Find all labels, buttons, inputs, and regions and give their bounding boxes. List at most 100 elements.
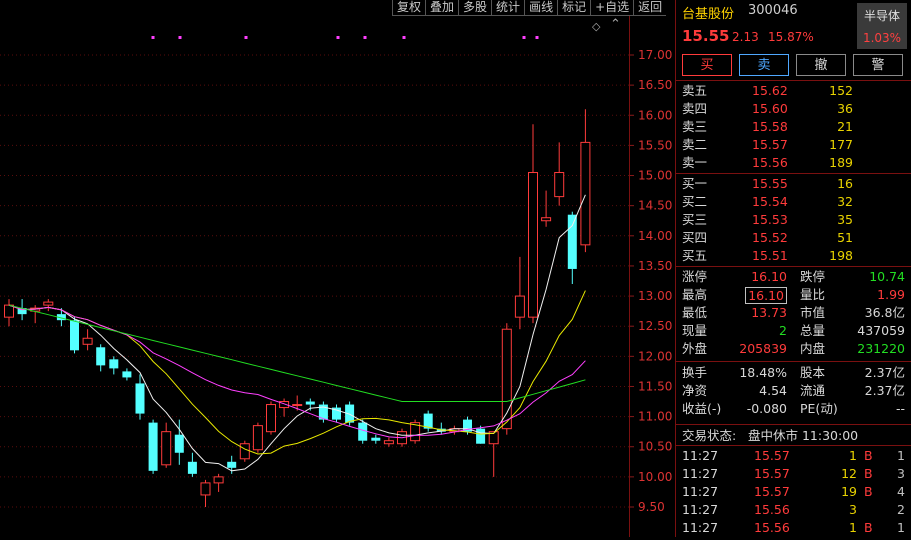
- tick-row[interactable]: 11:27 15.57 19 B 4: [676, 483, 911, 501]
- diamond-icon[interactable]: ◇: [592, 20, 600, 33]
- candle-body: [70, 320, 79, 351]
- price-change: 2.13: [732, 30, 759, 44]
- toolbar-mark-button[interactable]: 标记: [557, 0, 591, 16]
- stats-row-high: 最高 16.10 量比 1.99: [676, 286, 911, 304]
- bid-row[interactable]: 买三 15.53 35: [676, 211, 911, 229]
- pe-label: PE(动): [800, 401, 838, 416]
- signal-marker: [151, 36, 155, 39]
- candle-body: [580, 141, 591, 246]
- bid-label: 买五: [682, 248, 708, 263]
- candle-body: [4, 304, 14, 318]
- candle-body: [227, 461, 237, 468]
- tick-row[interactable]: 11:27 15.57 12 B 3: [676, 465, 911, 483]
- price-tick-label: 16.00: [638, 108, 672, 122]
- signal-marker: [178, 36, 182, 39]
- ask-price: 15.60: [752, 101, 788, 116]
- turnover-label: 换手: [682, 365, 708, 380]
- bid-row[interactable]: 买四 15.52 51: [676, 229, 911, 247]
- candle-body: [528, 172, 538, 318]
- bid-row[interactable]: 买二 15.54 32: [676, 193, 911, 211]
- tick-price: 15.57: [754, 484, 790, 499]
- signal-marker: [535, 36, 539, 39]
- price-tick-label: 10.00: [638, 470, 672, 484]
- ask-price: 15.56: [752, 155, 788, 170]
- price-axis: 17.00 16.50 16.00 15.50 15.00 14.50 14.00 13.50…: [630, 16, 674, 537]
- toolbar-draw-line-button[interactable]: 画线: [524, 0, 558, 16]
- alert-button[interactable]: 警: [853, 54, 903, 76]
- last-price: 15.55: [682, 27, 730, 45]
- toolbar-multi-stock-button[interactable]: 多股: [458, 0, 492, 16]
- divider: [676, 266, 911, 267]
- trade-status-label: 交易状态:: [682, 428, 737, 443]
- signal-marker: [336, 36, 340, 39]
- bid-price: 15.53: [752, 212, 788, 227]
- toolbar-add-watchlist-button[interactable]: +自选: [590, 0, 634, 16]
- volume-ratio-label: 量比: [800, 287, 826, 302]
- turnover-value: 18.48%: [739, 365, 787, 380]
- ask-row[interactable]: 卖五 15.62 152: [676, 82, 911, 100]
- low-value: 13.73: [751, 305, 787, 320]
- candle-body: [476, 428, 486, 444]
- limit-up-value: 16.10: [751, 269, 787, 284]
- ask-label: 卖一: [682, 155, 708, 170]
- ask-label: 卖四: [682, 101, 708, 116]
- limit-down-value: 10.74: [869, 269, 905, 284]
- bid-volume: 35: [837, 212, 853, 227]
- toolbar-restore-rights-button[interactable]: 复权: [392, 0, 426, 16]
- bid-volume: 32: [837, 194, 853, 209]
- toolbar-back-button[interactable]: 返回: [633, 0, 667, 16]
- bid-volume: 51: [837, 230, 853, 245]
- bid-label: 买二: [682, 194, 708, 209]
- trade-status-value: 盘中休市 11:30:00: [748, 428, 859, 443]
- bid-row[interactable]: 买一 15.55 16: [676, 175, 911, 193]
- buy-button[interactable]: 买: [682, 54, 732, 76]
- signal-marker: [244, 36, 248, 39]
- signal-marker: [363, 36, 367, 39]
- sector-badge[interactable]: 半导体 1.03%: [857, 3, 907, 49]
- ask-label: 卖二: [682, 137, 708, 152]
- candlestick-chart-canvas[interactable]: [0, 16, 630, 537]
- tick-row[interactable]: 11:27 15.56 3 2: [676, 501, 911, 519]
- net-assets-value: 4.54: [759, 383, 787, 398]
- divider: [676, 424, 911, 425]
- bid-volume: 198: [829, 248, 853, 263]
- tick-price: 15.56: [754, 520, 790, 535]
- tick-price: 15.57: [754, 466, 790, 481]
- divider: [676, 361, 911, 362]
- high-value: 16.10: [745, 287, 787, 304]
- ask-row[interactable]: 卖三 15.58 21: [676, 118, 911, 136]
- chart-toolbar: 复权 叠加 多股 统计 画线 标记 +自选 返回: [392, 0, 667, 16]
- float-shares-label: 流通: [800, 383, 826, 398]
- bid-row[interactable]: 买五 15.51 198: [676, 247, 911, 265]
- ask-volume: 21: [837, 119, 853, 134]
- cancel-order-button[interactable]: 撤: [796, 54, 846, 76]
- market-cap-label: 市值: [800, 305, 826, 320]
- price-change-percent: 15.87%: [768, 30, 814, 44]
- stats-row-limit: 涨停 16.10 跌停 10.74: [676, 268, 911, 286]
- ask-row[interactable]: 卖二 15.57 177: [676, 136, 911, 154]
- ask-row[interactable]: 卖四 15.60 36: [676, 100, 911, 118]
- ask-price: 15.62: [752, 83, 788, 98]
- bid-label: 买一: [682, 176, 708, 191]
- tick-count: 3: [897, 466, 905, 481]
- ask-row[interactable]: 卖一 15.56 189: [676, 154, 911, 172]
- outer-disk-value: 205839: [739, 341, 787, 356]
- candlestick-chart[interactable]: [0, 16, 630, 537]
- tick-volume: 1: [849, 520, 857, 535]
- chevron-up-icon[interactable]: ⌃: [610, 17, 621, 32]
- limit-down-label: 跌停: [800, 269, 826, 284]
- signal-marker: [402, 36, 406, 39]
- candle-body: [554, 172, 565, 198]
- tick-volume: 1: [849, 448, 857, 463]
- total-volume-label: 总量: [800, 323, 826, 338]
- tick-row[interactable]: 11:27 15.56 1 B 1: [676, 519, 911, 537]
- tick-row[interactable]: 11:27 15.57 1 B 1: [676, 447, 911, 465]
- divider: [676, 445, 911, 446]
- candle-body: [82, 337, 93, 345]
- price-tick-label: 11.50: [638, 379, 672, 393]
- candle-body: [109, 359, 119, 369]
- sell-button[interactable]: 卖: [739, 54, 789, 76]
- candle-body: [122, 371, 132, 378]
- toolbar-overlay-button[interactable]: 叠加: [425, 0, 459, 16]
- toolbar-statistics-button[interactable]: 统计: [491, 0, 525, 16]
